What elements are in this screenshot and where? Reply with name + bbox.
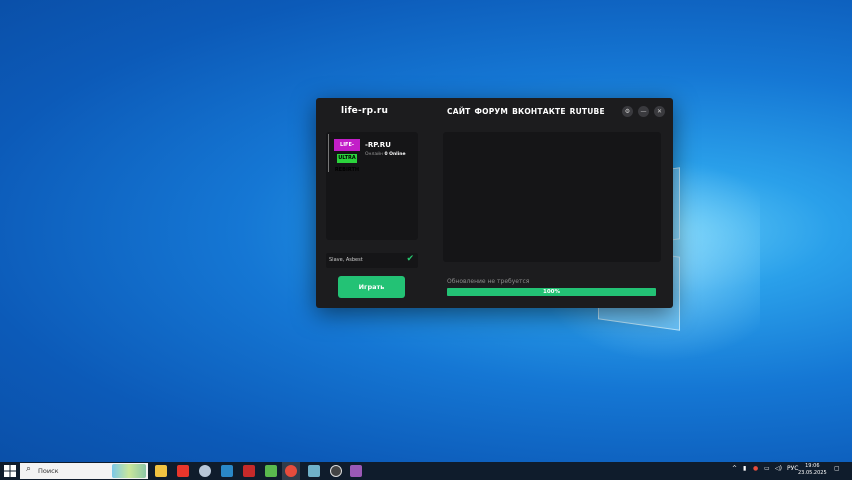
brand-title: life-rp.ru bbox=[341, 106, 389, 116]
volume-icon[interactable]: ◁) bbox=[775, 465, 782, 472]
tray-red-icon[interactable]: ● bbox=[753, 465, 758, 472]
app-circle-icon[interactable] bbox=[330, 465, 342, 477]
notification-icon[interactable]: ▢ bbox=[834, 465, 840, 472]
progress-percent: 100% bbox=[543, 289, 560, 295]
server-list: LIFE-RP.RU ULTRA REBIRTH -RP.RU Онлайн 0… bbox=[326, 132, 418, 240]
language-indicator[interactable]: РУС bbox=[787, 465, 798, 472]
server-logo-icon: LIFE-RP.RU ULTRA REBIRTH bbox=[334, 139, 360, 173]
tray-app-icon[interactable]: ▮ bbox=[743, 465, 746, 472]
nav-forum[interactable]: ФОРУМ bbox=[475, 107, 509, 116]
yandex-icon[interactable] bbox=[177, 465, 189, 477]
play-button[interactable]: Играть bbox=[338, 276, 405, 298]
windows-start-icon[interactable] bbox=[4, 465, 16, 477]
search-placeholder: Поиск bbox=[38, 467, 59, 475]
search-highlight-image bbox=[112, 464, 146, 478]
update-progress-bar: 100% bbox=[447, 288, 656, 296]
file-explorer-icon[interactable] bbox=[155, 465, 167, 477]
taskbar-search[interactable]: ⌕ Поиск bbox=[20, 463, 148, 479]
server-name: -RP.RU bbox=[365, 141, 391, 149]
server-item[interactable]: LIFE-RP.RU ULTRA REBIRTH -RP.RU Онлайн 0… bbox=[328, 134, 417, 173]
news-panel bbox=[443, 132, 661, 262]
taskbar: ⌕ Поиск ^ ▮ ● ▭ ◁) РУС 19:06 23.05.2025 … bbox=[0, 462, 852, 480]
window-controls: ⚙ — ✕ bbox=[622, 106, 665, 117]
nav-vkontakte[interactable]: ВКОНТАКТЕ bbox=[512, 107, 566, 116]
clock-time: 19:06 bbox=[805, 463, 820, 469]
nav-site[interactable]: САЙТ bbox=[447, 107, 471, 116]
clock-date: 23.05.2025 bbox=[798, 470, 827, 476]
update-status: Обновление не требуется bbox=[447, 278, 530, 285]
settings-gear-icon[interactable]: ⚙ bbox=[622, 106, 633, 117]
tray-chevron-icon[interactable]: ^ bbox=[732, 465, 737, 472]
check-icon: ✔ bbox=[406, 254, 414, 264]
cloud-app-icon[interactable] bbox=[199, 465, 211, 477]
yandex-browser-icon[interactable] bbox=[285, 465, 297, 477]
nav-rutube[interactable]: RUTUBE bbox=[570, 107, 605, 116]
app-blue-icon[interactable] bbox=[221, 465, 233, 477]
notepad-icon[interactable] bbox=[265, 465, 277, 477]
server-online: Онлайн 0 Online bbox=[365, 152, 406, 157]
close-icon[interactable]: ✕ bbox=[654, 106, 665, 117]
minimize-icon[interactable]: — bbox=[638, 106, 649, 117]
filezilla-icon[interactable] bbox=[243, 465, 255, 477]
launcher-taskbar-icon[interactable] bbox=[350, 465, 362, 477]
top-nav: САЙТ ФОРУМ ВКОНТАКТЕ RUTUBE bbox=[447, 107, 605, 116]
status-row: Slave, Asbest ✔ bbox=[326, 253, 418, 268]
status-text: Slave, Asbest bbox=[329, 257, 363, 263]
app-teal-icon[interactable] bbox=[308, 465, 320, 477]
network-icon[interactable]: ▭ bbox=[764, 465, 770, 472]
launcher-window: life-rp.ru САЙТ ФОРУМ ВКОНТАКТЕ RUTUBE ⚙… bbox=[316, 98, 673, 308]
clock[interactable]: 19:06 23.05.2025 bbox=[798, 463, 827, 477]
search-icon: ⌕ bbox=[26, 464, 32, 474]
